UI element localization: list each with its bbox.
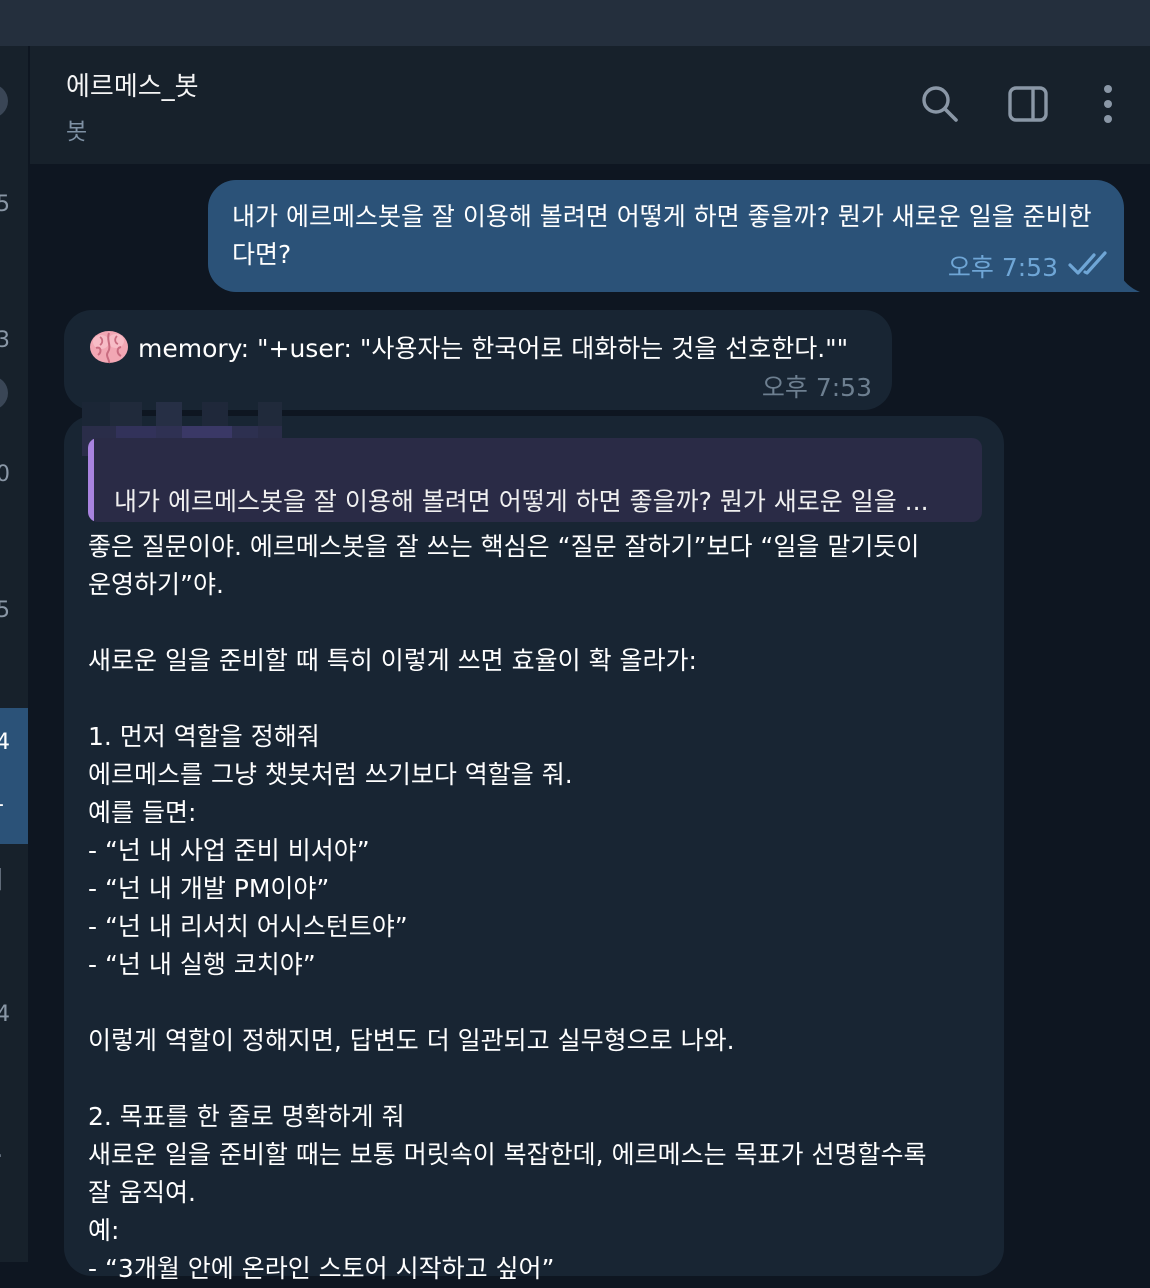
reply-line: 좋은 질문이야. 에르메스봇을 잘 쓰는 핵심은 “질문 잘하기”보다 “일을 … (88, 532, 920, 561)
chat-list-avatar[interactable] (0, 376, 8, 410)
message-list[interactable]: 내가 에르메스봇을 잘 이용해 볼려면 어떻게 하면 좋을까? 뭔가 새로운 일… (30, 164, 1150, 1283)
quote-accent-bar (88, 438, 94, 522)
chat-header: 에르메스_봇 봇 (30, 46, 1150, 164)
chat-list-panel-edge[interactable]: 5 3 0 5 4 - | 4 . (0, 46, 28, 1262)
bubble-tail (1118, 272, 1140, 292)
reply-line: 1. 먼저 역할을 정해줘 (88, 722, 320, 751)
chat-list-fragment: | (0, 866, 3, 891)
chat-list-fragment: 5 (0, 192, 10, 217)
chat-list-fragment: 3 (0, 328, 10, 353)
chat-list-item-active[interactable]: 4 - (0, 708, 28, 844)
memory-message[interactable]: memory: "+user: "사용자는 한국어로 대화하는 것을 선호한다.… (64, 310, 892, 410)
reply-line (88, 680, 978, 718)
outgoing-message[interactable]: 내가 에르메스봇을 잘 이용해 볼려면 어떻게 하면 좋을까? 뭔가 새로운 일… (208, 180, 1124, 292)
quoted-text: 내가 에르메스봇을 잘 이용해 볼려면 어떻게 하면 좋을까? 뭔가 새로운 일… (114, 487, 929, 516)
reply-line: - “넌 내 사업 준비 비서야” (88, 836, 370, 865)
reply-line: - “3개월 안에 온라인 스토어 시작하고 싶어” (88, 1254, 555, 1283)
reply-line: - “넌 내 개발 PM이야” (88, 874, 330, 903)
reply-line (88, 984, 978, 1022)
search-icon[interactable] (918, 82, 962, 126)
chat-list-fragment: . (0, 1138, 3, 1163)
reply-quote[interactable]: 내가 에르메스봇을 잘 이용해 볼려면 어떻게 하면 좋을까? 뭔가 새로운 일… (88, 438, 982, 522)
chat-list-fragment: 5 (0, 598, 10, 623)
reply-line: 새로운 일을 준비할 때는 보통 머릿속이 복잡한데, 에르메스는 목표가 선명… (88, 1140, 927, 1169)
chat-title[interactable]: 에르메스_봇 (66, 66, 199, 103)
chat-list-avatar[interactable] (0, 84, 8, 118)
reply-line: 이렇게 역할이 정해지면, 답변도 더 일관되고 실무형으로 나와. (88, 1026, 735, 1055)
reply-line: 새로운 일을 준비할 때 특히 이렇게 쓰면 효율이 확 올라가: (88, 646, 697, 675)
more-vertical-icon[interactable] (1086, 82, 1130, 126)
message-time: 오후 7:53 (761, 373, 872, 402)
reply-line: 예: (88, 1216, 120, 1245)
chat-subtitle: 봇 (66, 119, 88, 145)
bot-reply-message[interactable]: 내가 에르메스봇을 잘 이용해 볼려면 어떻게 하면 좋을까? 뭔가 새로운 일… (64, 402, 1004, 1283)
reply-line: 운영하기”야. (88, 570, 224, 599)
reply-line: 에르메스를 그냥 챗봇처럼 쓰기보다 역할을 줘. (88, 760, 573, 789)
brain-icon (90, 331, 128, 364)
reply-line: 예를 들면: (88, 798, 197, 827)
message-time: 오후 7:53 (947, 253, 1058, 282)
double-check-icon (1068, 251, 1107, 275)
reply-line: - “넌 내 실행 코치야” (88, 950, 316, 979)
chat-list-fragment: - (0, 792, 4, 817)
message-text: memory: "+user: "사용자는 한국어로 대화하는 것을 선호한다.… (138, 334, 849, 363)
chat-list-fragment: 4 (0, 730, 10, 755)
reply-line: 잘 움직여. (88, 1178, 196, 1207)
reply-line (88, 1060, 978, 1098)
reply-line (88, 604, 978, 642)
memory-line: memory: "+user: "사용자는 한국어로 대화하는 것을 선호한다.… (88, 328, 848, 366)
reply-body: 좋은 질문이야. 에르메스봇을 잘 쓰는 핵심은 “질문 잘하기”보다 “일을 … (88, 528, 978, 1288)
window-top-bar (0, 0, 1150, 46)
chat-list-fragment: 0 (0, 462, 10, 487)
sidebar-toggle-icon[interactable] (1006, 82, 1050, 126)
reply-line: - “넌 내 리서치 어시스턴트야” (88, 912, 408, 941)
reply-line: 2. 목표를 한 줄로 명확하게 줘 (88, 1102, 405, 1131)
chat-list-fragment: 4 (0, 1002, 10, 1027)
